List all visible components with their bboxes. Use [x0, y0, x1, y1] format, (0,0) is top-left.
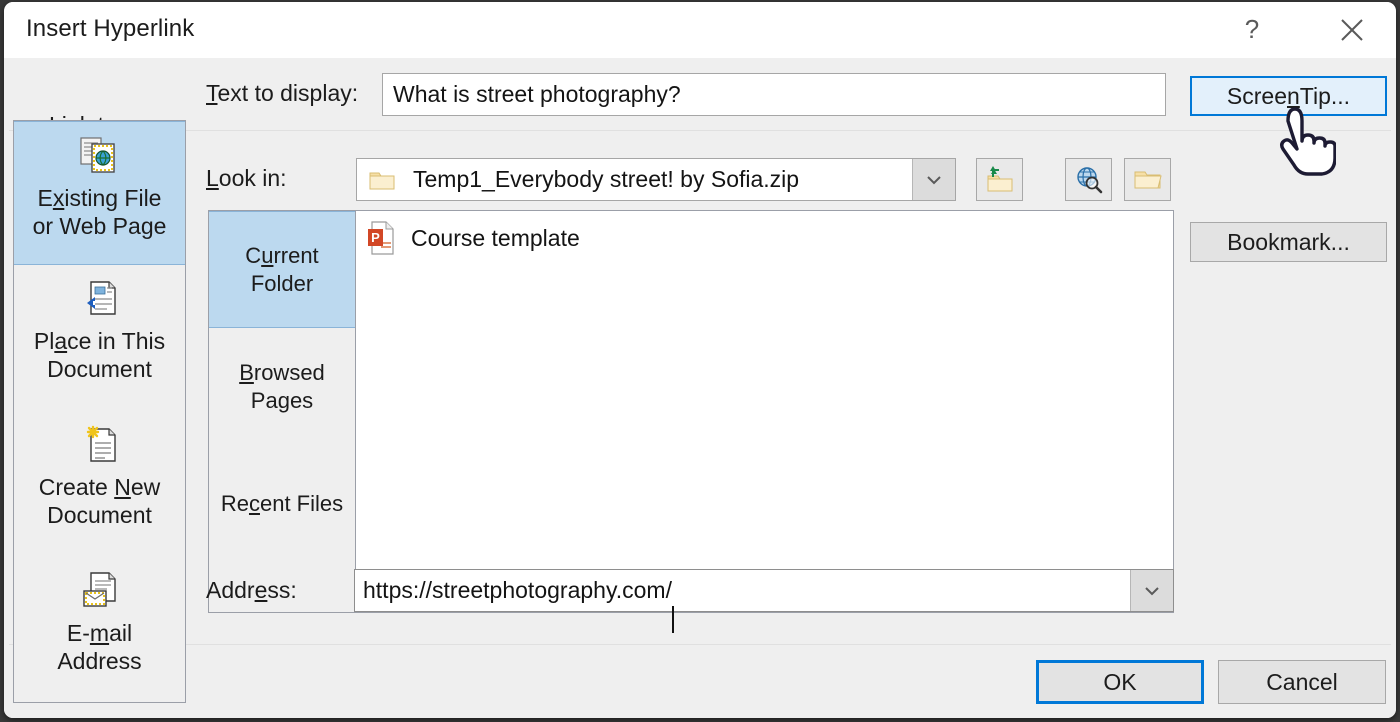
list-item[interactable]: P Course template — [367, 221, 580, 255]
close-icon — [1338, 16, 1366, 44]
browse-web-icon — [1074, 166, 1104, 194]
question-mark-icon: ? — [1239, 15, 1265, 45]
list-item-label: Course template — [411, 225, 580, 252]
look-in-label: Look in: — [206, 165, 287, 192]
separator-top — [9, 130, 1391, 131]
look-in-value: Temp1_Everybody street! by Sofia.zip — [413, 166, 799, 193]
sidebar-item-create-new-document[interactable]: Create NewDocument — [14, 411, 185, 557]
sidebar-item-label: Place in ThisDocument — [34, 327, 165, 383]
sidebar-item-label: E-mailAddress — [57, 619, 141, 675]
close-button[interactable] — [1322, 2, 1382, 58]
dialog-titlebar: Insert Hyperlink ? — [4, 2, 1396, 58]
tab-label: BrowsedPages — [239, 359, 325, 415]
tab-current-folder[interactable]: CurrentFolder — [209, 211, 355, 328]
tab-label: Recent Files — [221, 490, 343, 518]
address-combobox[interactable]: https://streetphotography.com/ — [354, 569, 1174, 612]
place-in-document-icon — [79, 277, 121, 319]
tab-label: CurrentFolder — [245, 242, 318, 298]
insert-hyperlink-dialog: Insert Hyperlink ? Link to: — [4, 2, 1396, 718]
screentip-button[interactable]: ScreenTip... — [1190, 76, 1387, 116]
chevron-down-icon — [1143, 585, 1161, 597]
email-address-icon — [79, 569, 121, 611]
screentip-button-label: ScreenTip... — [1227, 83, 1350, 110]
address-label: Address: — [206, 577, 297, 604]
ok-button[interactable]: OK — [1036, 660, 1204, 704]
sidebar-item-label: Create NewDocument — [39, 473, 160, 529]
tab-browsed-pages[interactable]: BrowsedPages — [209, 328, 355, 445]
dialog-title: Insert Hyperlink — [26, 15, 194, 43]
folder-icon — [369, 169, 395, 191]
tab-recent-files[interactable]: Recent Files — [209, 445, 355, 562]
file-browser: CurrentFolder BrowsedPages Recent Files — [208, 210, 1174, 613]
browse-the-web-button[interactable] — [1065, 158, 1112, 201]
file-browser-tabs: CurrentFolder BrowsedPages Recent Files — [209, 211, 356, 612]
chevron-down-icon — [925, 174, 943, 186]
existing-file-web-page-icon — [79, 134, 121, 176]
cancel-button[interactable]: Cancel — [1218, 660, 1386, 704]
up-one-folder-icon — [985, 166, 1015, 194]
browse-for-file-button[interactable] — [1124, 158, 1171, 201]
create-new-document-icon — [79, 423, 121, 465]
sidebar-item-label: Existing Fileor Web Page — [33, 184, 167, 240]
sidebar-item-place-in-this-document[interactable]: Place in ThisDocument — [14, 265, 185, 411]
text-to-display-input[interactable] — [382, 73, 1166, 116]
address-dropdown-button[interactable] — [1130, 570, 1173, 611]
sidebar-item-existing-file-or-web-page[interactable]: Existing Fileor Web Page — [14, 121, 185, 265]
file-list[interactable]: P Course template — [357, 211, 1173, 612]
sidebar-item-email-address[interactable]: E-mailAddress — [14, 557, 185, 703]
powerpoint-file-icon: P — [367, 221, 397, 255]
dialog-body: Link to: Existing Fileor Web Page — [4, 58, 1396, 718]
browse-for-file-icon — [1133, 168, 1163, 192]
help-button[interactable]: ? — [1222, 2, 1282, 58]
look-in-dropdown-button[interactable] — [912, 159, 955, 200]
look-in-combobox[interactable]: Temp1_Everybody street! by Sofia.zip — [356, 158, 956, 201]
svg-text:P: P — [371, 230, 380, 245]
separator-bottom — [9, 644, 1391, 645]
bookmark-button[interactable]: Bookmark... — [1190, 222, 1387, 262]
link-to-rail: Existing Fileor Web Page Place in ThisDo… — [13, 120, 186, 703]
address-value: https://streetphotography.com/ — [363, 577, 672, 604]
up-one-folder-button[interactable] — [976, 158, 1023, 201]
svg-text:?: ? — [1245, 15, 1259, 44]
text-to-display-label: Text to display: — [206, 80, 358, 107]
